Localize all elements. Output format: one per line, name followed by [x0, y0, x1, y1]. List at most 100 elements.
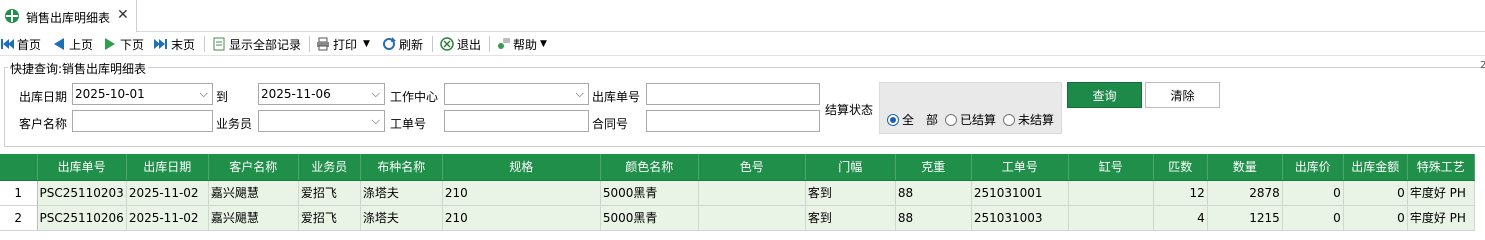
out-date-from-picker[interactable]: 2025-10-01 ⌵ — [72, 83, 213, 105]
column-header[interactable]: 出库日期 — [126, 154, 209, 181]
column-header[interactable]: 门幅 — [805, 154, 896, 181]
salesman-select[interactable]: ⌵ — [258, 110, 385, 132]
contract-input[interactable] — [646, 110, 820, 132]
table-cell[interactable] — [1068, 205, 1154, 231]
prev-page-icon — [52, 37, 66, 51]
table-row[interactable]: 2 PSC25110206 2025-11-02 嘉兴飓慧 爱招飞 涤塔夫 21… — [0, 205, 1475, 231]
table-cell[interactable]: 88 — [895, 205, 972, 231]
last-page-button[interactable]: 末页 — [154, 35, 195, 53]
table-cell[interactable]: 嘉兴飓慧 — [208, 179, 299, 206]
table-cell[interactable]: 牢度好 PH — [1407, 179, 1475, 206]
settle-status-radio-group: 全 部 已结算 未结算 — [879, 82, 1062, 134]
table-cell[interactable]: 爱招飞 — [298, 205, 361, 231]
refresh-button[interactable]: 刷新 — [382, 35, 423, 53]
table-cell[interactable]: 210 — [442, 205, 601, 231]
table-cell[interactable]: 2025-11-02 — [126, 179, 209, 206]
table-cell[interactable]: 0 — [1343, 205, 1408, 231]
toolbar: 首页 上页 下页 末页 显示全部记录 打印 ▼ 刷新 退出 帮助 ▼ — [0, 32, 1485, 56]
table-cell[interactable]: 客到 — [805, 179, 896, 206]
quick-query-title: 快捷查询:销售出库明细表 — [8, 60, 149, 77]
contract-label: 合同号 — [592, 117, 629, 131]
toolbar-divider — [489, 36, 490, 52]
table-cell[interactable]: PSC25110203 — [37, 179, 127, 206]
column-header[interactable]: 业务员 — [298, 154, 361, 181]
table-cell[interactable]: 251031001 — [971, 179, 1069, 206]
table-cell[interactable]: 5000黑青 — [600, 205, 699, 231]
column-header[interactable]: 匹数 — [1153, 154, 1208, 181]
table-cell[interactable]: 2878 — [1207, 179, 1283, 206]
radio-unsettled[interactable]: 未结算 — [1003, 111, 1054, 128]
column-header[interactable] — [0, 154, 38, 181]
help-button[interactable]: 帮助 ▼ — [496, 35, 547, 53]
chevron-down-icon: ⌵ — [371, 87, 380, 100]
table-cell[interactable]: 0 — [1282, 205, 1344, 231]
exit-label: 退出 — [457, 37, 482, 52]
table-cell[interactable] — [1068, 179, 1154, 206]
table-cell[interactable]: 爱招飞 — [298, 179, 361, 206]
table-cell[interactable] — [698, 179, 806, 206]
customer-input[interactable] — [72, 110, 213, 132]
table-cell[interactable]: 88 — [895, 179, 972, 206]
out-date-to-picker[interactable]: 2025-11-06 ⌵ — [258, 83, 385, 105]
work-center-select[interactable]: ⌵ — [444, 83, 589, 105]
radio-selected-icon — [887, 113, 899, 126]
column-header[interactable]: 出库单号 — [37, 154, 127, 181]
out-no-input[interactable] — [646, 83, 820, 105]
table-cell[interactable]: 2025-11-02 — [126, 205, 209, 231]
table-cell[interactable]: 涤塔夫 — [360, 179, 443, 206]
column-header[interactable]: 出库价 — [1282, 154, 1344, 181]
exit-button[interactable]: 退出 — [440, 35, 481, 53]
radio-all-label: 全 部 — [902, 113, 939, 127]
column-header[interactable]: 出库金额 — [1343, 154, 1408, 181]
table-cell[interactable]: 涤塔夫 — [360, 205, 443, 231]
table-cell[interactable]: 0 — [1282, 179, 1344, 206]
table-cell[interactable]: 嘉兴飓慧 — [208, 205, 299, 231]
radio-settled[interactable]: 已结算 — [945, 111, 996, 128]
table-cell[interactable]: 牢度好 PH — [1407, 205, 1475, 231]
table-cell[interactable]: 客到 — [805, 205, 896, 231]
toolbar-divider — [432, 36, 433, 52]
chevron-down-icon: ⌵ — [371, 114, 380, 127]
table-cell[interactable]: 0 — [1343, 179, 1408, 206]
column-header[interactable]: 色号 — [698, 154, 806, 181]
table-cell[interactable]: 251031003 — [971, 205, 1069, 231]
column-header[interactable]: 特殊工艺 — [1407, 154, 1475, 181]
table-cell[interactable]: 4 — [1153, 205, 1208, 231]
table-cell[interactable]: 1215 — [1207, 205, 1283, 231]
radio-all[interactable]: 全 部 — [887, 111, 938, 128]
table-row[interactable]: 1 PSC25110203 2025-11-02 嘉兴飓慧 爱招飞 涤塔夫 21… — [0, 179, 1475, 206]
column-header[interactable]: 工单号 — [971, 154, 1069, 181]
next-page-icon — [103, 37, 117, 51]
last-page-icon — [154, 37, 168, 51]
column-header[interactable]: 布种名称 — [360, 154, 443, 181]
table-cell[interactable]: 210 — [442, 179, 601, 206]
work-order-input[interactable] — [444, 110, 589, 132]
table-cell[interactable]: 12 — [1153, 179, 1208, 206]
prev-page-label: 上页 — [69, 37, 94, 52]
tab-sales-out-detail[interactable]: 销售出库明细表 ✕ — [0, 0, 137, 32]
first-page-button[interactable]: 首页 — [0, 35, 41, 53]
column-header[interactable]: 客户名称 — [208, 154, 299, 181]
next-page-button[interactable]: 下页 — [103, 35, 144, 53]
column-header[interactable]: 规格 — [442, 154, 601, 181]
clear-button[interactable]: 清除 — [1145, 82, 1220, 108]
close-icon[interactable]: ✕ — [117, 7, 129, 23]
out-no-label: 出库单号 — [592, 90, 641, 104]
next-page-label: 下页 — [120, 37, 145, 52]
table-cell[interactable]: PSC25110206 — [37, 205, 127, 231]
settle-status-label: 结算状态 — [825, 103, 874, 117]
column-header[interactable]: 克重 — [895, 154, 972, 181]
out-date-to-value: 2025-11-06 — [261, 87, 331, 101]
column-header[interactable]: 颜色名称 — [600, 154, 699, 181]
table-cell[interactable]: 5000黑青 — [600, 179, 699, 206]
column-header[interactable]: 数量 — [1207, 154, 1283, 181]
quick-query-panel — [4, 67, 1485, 147]
show-all-button[interactable]: 显示全部记录 — [212, 35, 301, 53]
work-order-label: 工单号 — [390, 117, 427, 131]
column-header[interactable]: 缸号 — [1068, 154, 1154, 181]
print-button[interactable]: 打印 ▼ — [316, 35, 370, 53]
collapse-indicator[interactable]: 2 — [1480, 60, 1485, 71]
query-button[interactable]: 查询 — [1067, 82, 1142, 108]
table-cell[interactable] — [698, 205, 806, 231]
prev-page-button[interactable]: 上页 — [52, 35, 93, 53]
